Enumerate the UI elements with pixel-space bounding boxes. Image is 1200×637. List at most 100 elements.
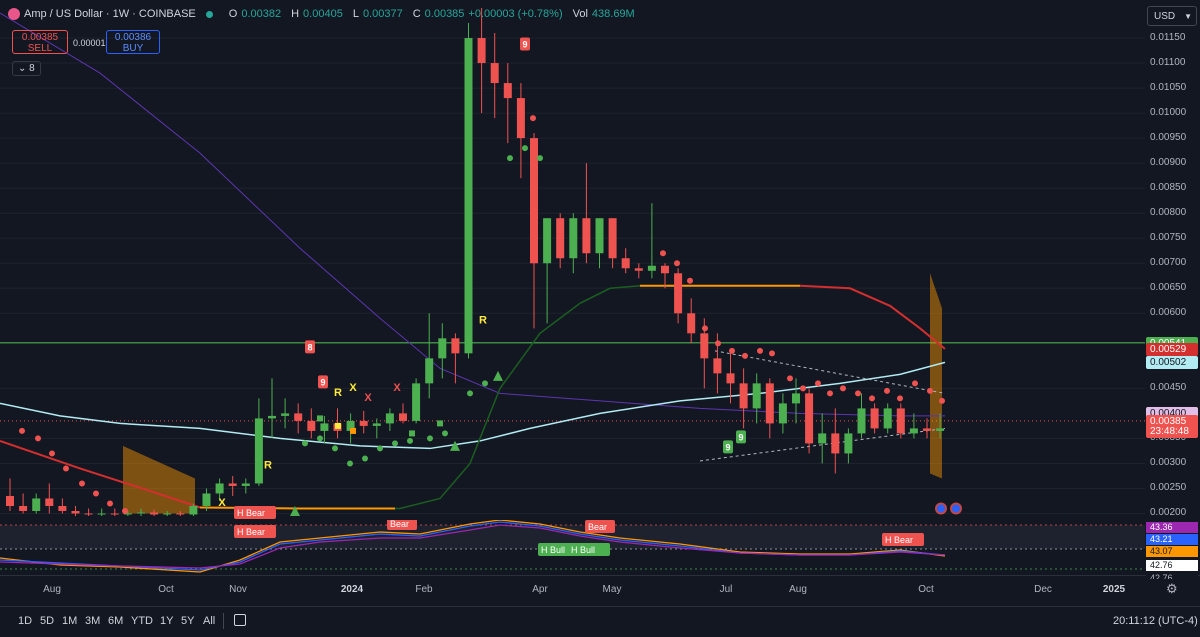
timeframe-ytd-button[interactable]: YTD xyxy=(131,615,153,627)
clock-readout[interactable]: 20:11:12 (UTC-4) xyxy=(1113,615,1198,627)
economic-event-icon-inner xyxy=(937,504,945,513)
resistance-dot xyxy=(35,435,41,442)
candle-body xyxy=(71,510,80,514)
price-chart[interactable]: RRRXXXX89999H Bear xyxy=(0,0,1145,520)
candle-body xyxy=(110,513,119,515)
candle-body xyxy=(399,413,407,421)
currency-select[interactable]: USD ▼ xyxy=(1147,6,1197,26)
candle-body xyxy=(163,513,172,515)
high-key: H xyxy=(291,8,300,20)
timeframe-3m-button[interactable]: 3M xyxy=(85,615,100,627)
resistance-dot xyxy=(815,380,821,387)
candle-body xyxy=(137,512,145,514)
timeframe-5d-button[interactable]: 5D xyxy=(40,615,54,627)
resistance-dot xyxy=(939,397,945,404)
candle-body xyxy=(818,433,827,444)
support-dot xyxy=(377,445,383,452)
price-tick-label: 0.00700 xyxy=(1150,257,1187,269)
resistance-dot xyxy=(122,507,128,514)
time-tick-label: Aug xyxy=(43,584,61,595)
candle-body xyxy=(307,420,316,431)
candle-body xyxy=(700,333,709,359)
time-tick-label: Aug xyxy=(789,584,807,595)
time-axis[interactable]: ⚙ Aug Oct Nov 2024 Feb Apr May Jul Aug Oct Dec 2025 xyxy=(0,575,1200,606)
candle-body xyxy=(608,218,617,259)
bear-label: Bear xyxy=(390,520,409,529)
candle-body xyxy=(870,408,879,429)
volume-key: Vol xyxy=(572,8,588,20)
candle-body xyxy=(477,38,486,64)
time-tick-label: 2025 xyxy=(1102,584,1126,595)
signal-square xyxy=(437,420,443,427)
candle-body xyxy=(936,428,945,431)
candle-body xyxy=(490,63,499,84)
gear-icon[interactable]: ⚙ xyxy=(1166,581,1178,597)
ma-line-red xyxy=(799,284,946,350)
time-tick-label: Feb xyxy=(415,584,433,595)
timeframe-1y-button[interactable]: 1Y xyxy=(160,615,173,627)
candle-body xyxy=(202,493,211,506)
economic-event-icon-inner xyxy=(952,504,960,513)
support-dot xyxy=(427,435,433,442)
price-badge: 0.00529 xyxy=(1146,342,1198,356)
price-tick-label: 0.00650 xyxy=(1150,282,1187,294)
resistance-dot xyxy=(49,450,55,457)
candle-body xyxy=(831,433,840,454)
close-value: 0.00385 xyxy=(424,8,465,20)
price-axis[interactable]: 0.01150 0.01100 0.01050 0.01000 0.00950 0.009… xyxy=(1145,0,1200,575)
signal-square xyxy=(409,430,415,437)
indicator-pane[interactable]: H Bear Bear Bear H Bull H Bull H Bear xyxy=(0,517,1145,575)
price-tick-label: 0.01000 xyxy=(1150,107,1187,119)
indicators-count: 8 xyxy=(29,63,35,74)
resistance-dot xyxy=(687,277,693,284)
candle-body xyxy=(896,408,905,434)
calendar-icon[interactable] xyxy=(234,614,246,626)
low-key: L xyxy=(352,8,359,20)
symbol-title[interactable]: Amp / US Dollar · 1W · COINBASE xyxy=(24,8,196,20)
resistance-dot xyxy=(884,387,890,394)
candle-body xyxy=(805,393,814,444)
candle-body xyxy=(58,505,67,511)
change-value: +0.00003 (+0.78%) xyxy=(468,8,563,20)
candle-body xyxy=(281,413,290,416)
resistance-dot xyxy=(897,395,903,402)
sequence-count-badge: 9 xyxy=(725,442,730,452)
time-tick-label: 2024 xyxy=(340,584,364,595)
time-tick-label: May xyxy=(602,584,622,595)
timeframe-1d-button[interactable]: 1D xyxy=(18,615,32,627)
support-dot xyxy=(482,380,488,387)
market-status-icon xyxy=(205,10,213,18)
support-dot xyxy=(537,155,543,162)
candle-body xyxy=(464,38,473,354)
candle-body xyxy=(241,483,250,486)
volume-value: 438.69M xyxy=(591,8,635,20)
timeframe-5y-button[interactable]: 5Y xyxy=(181,615,194,627)
price-tick-label: 0.00250 xyxy=(1150,482,1187,494)
buy-button[interactable]: 0.00386 BUY xyxy=(106,30,160,54)
hidden-bull-label: H Bull xyxy=(541,545,565,555)
cross-label: X xyxy=(364,392,372,404)
timeframe-6m-button[interactable]: 6M xyxy=(108,615,123,627)
price-tick-label: 0.00950 xyxy=(1150,132,1187,144)
candle-body xyxy=(634,268,643,271)
amp-logo-icon xyxy=(8,8,20,20)
resistance-dot xyxy=(912,380,918,387)
signal-square xyxy=(317,415,323,422)
candle-body xyxy=(215,483,224,494)
timeframe-all-button[interactable]: All xyxy=(203,615,215,627)
sell-button[interactable]: 0.00385 SELL xyxy=(12,30,68,54)
resistance-dot xyxy=(757,347,763,354)
chevron-down-icon: ⌄ xyxy=(18,63,27,74)
indicators-toggle-button[interactable]: ⌄ 8 xyxy=(12,61,41,76)
symbol-legend: Amp / US Dollar · 1W · COINBASE O 0.00382… xyxy=(8,8,635,20)
candle-body xyxy=(294,413,303,421)
timeframe-1m-button[interactable]: 1M xyxy=(62,615,77,627)
candle-body xyxy=(359,420,368,426)
candle-body xyxy=(150,512,159,515)
resistance-dot xyxy=(800,385,806,392)
indicator-value-badge: 42.76 xyxy=(1146,560,1198,571)
resistance-dot xyxy=(827,390,833,397)
candle-body xyxy=(385,413,394,424)
resistance-dot xyxy=(729,347,735,354)
time-tick-label: Nov xyxy=(229,584,247,595)
